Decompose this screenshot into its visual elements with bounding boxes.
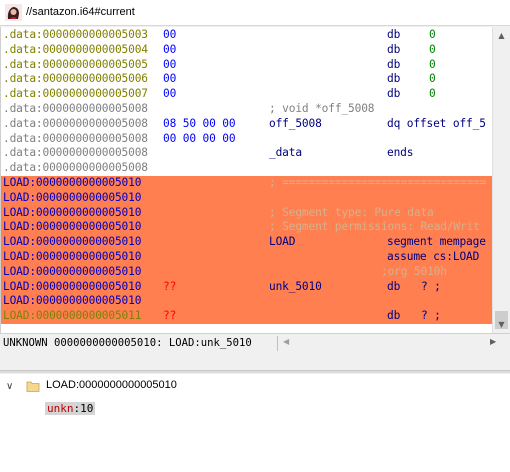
line-label: unk_5010 (269, 279, 322, 293)
line-bytes: 00 (163, 28, 177, 41)
folder-icon (26, 381, 40, 392)
disasm-line[interactable]: LOAD:0000000000005010?? unk_5010 db ? ; (1, 279, 492, 295)
line-address: .data:0000000000005008 (3, 131, 148, 145)
line-bytes: 00 (163, 72, 177, 86)
disasm-line[interactable]: .data:0000000000005004 00 db 0 (1, 43, 492, 58)
field-name: unkn (47, 402, 74, 415)
line-address: .data:0000000000005003 (3, 28, 148, 41)
line-address: LOAD:0000000000005010 (3, 264, 142, 278)
line-mnemonic: ends (387, 146, 414, 160)
disasm-line[interactable]: .data:0000000000005008 08 50 00 00 off_500… (1, 117, 492, 132)
line-address: LOAD:0000000000005010 (3, 190, 142, 204)
disasm-line[interactable]: LOAD:0000000000005011?? db ? ; (1, 309, 492, 324)
line-mnemonic: db (387, 42, 401, 56)
line-mnemonic: db (387, 72, 401, 86)
line-address: LOAD:0000000000005010 (3, 205, 142, 219)
line-address: LOAD:0000000000005010 (3, 279, 142, 293)
disasm-line[interactable]: .data:0000000000005008 ; void *off_5008 (1, 102, 492, 117)
struct-field[interactable]: unkn:10 (45, 402, 96, 415)
structure-pane: ∨ LOAD:0000000000005010 unkn:10 (0, 374, 510, 472)
line-mnemonic: dq offset off_5 (387, 116, 486, 130)
line-address: .data:0000000000005008 (3, 146, 148, 160)
line-address: LOAD:0000000000005010 (3, 235, 142, 249)
disasm-line[interactable]: LOAD:0000000000005010 ; =================… (1, 176, 492, 191)
pane-splitter[interactable] (0, 370, 510, 373)
line-address: .data:0000000000005004 (3, 42, 148, 56)
scroll-up-icon[interactable]: ▲ (493, 27, 510, 44)
line-comment: ; =============================== (269, 176, 487, 189)
line-address: LOAD:0000000000005011 (3, 309, 142, 323)
line-address: .data:0000000000005007 (3, 87, 148, 101)
disasm-line[interactable]: .data:0000000000005006 00 db 0 (1, 72, 492, 87)
disasm-line[interactable]: LOAD:0000000000005010 (1, 190, 492, 206)
line-mnemonic: assume cs:LOAD (387, 250, 480, 263)
line-label: LOAD (269, 235, 296, 249)
line-mnemonic: db (387, 279, 401, 293)
disasm-line[interactable]: .data:0000000000005008 _data ends (1, 146, 492, 161)
disasm-line[interactable]: .data:0000000000005005 00 db 0 (1, 58, 492, 73)
field-value: :10 (73, 402, 94, 415)
disasm-line[interactable]: .data:0000000000005008 (1, 161, 492, 176)
line-mnemonic: db (387, 87, 401, 101)
line-address: LOAD:0000000000005010 (3, 294, 142, 308)
scroll-right-icon[interactable]: ▶ (490, 337, 496, 346)
disasm-line[interactable]: LOAD:0000000000005010 ;org 5010h (1, 264, 492, 280)
disasm-line[interactable]: LOAD:0000000000005010 assume cs:LOAD (1, 250, 492, 265)
disasm-line[interactable]: .data:0000000000005008 00 00 00 00 (1, 132, 492, 147)
disasm-line[interactable] (1, 324, 492, 333)
disasm-line[interactable]: LOAD:0000000000005010 ; Segment type: Pur… (1, 205, 492, 221)
disasm-line[interactable]: LOAD:0000000000005010 LOAD segment mempage (1, 235, 492, 250)
line-bytes: 08 50 00 00 (163, 116, 236, 130)
line-address: .data:0000000000005008 (3, 116, 148, 130)
line-operand: 0 (429, 57, 436, 71)
line-address: LOAD:0000000000005010 (3, 250, 142, 263)
line-bytes: 00 (163, 87, 177, 101)
status-bar: UNKNOWN 0000000000005010: LOAD:unk_5010 … (0, 333, 510, 353)
line-operand: 0 (429, 42, 436, 56)
chevron-down-icon[interactable]: ∨ (6, 381, 13, 392)
line-address: LOAD:0000000000005010 (3, 176, 142, 189)
scroll-down-icon[interactable]: ▼ (493, 316, 510, 333)
line-bytes: ?? (163, 279, 177, 293)
line-mnemonic: db (387, 57, 401, 71)
disasm-line[interactable]: .data:0000000000005003 00 db 0 (1, 28, 492, 43)
line-mnemonic: segment mempage (387, 235, 486, 249)
line-bytes: 00 (163, 57, 177, 71)
scroll-left-icon[interactable]: ◀ (283, 337, 289, 346)
line-label: _data (269, 146, 302, 160)
horizontal-scrollbar[interactable] (296, 338, 484, 349)
line-address: .data:0000000000005006 (3, 72, 148, 86)
line-comment: ; void *off_5008 (269, 102, 375, 115)
line-operand: ? ; (421, 279, 441, 293)
title-bar: //santazon.i64#current (0, 0, 510, 26)
window-title: //santazon.i64#current (26, 6, 135, 18)
disasm-line[interactable]: LOAD:0000000000005010 (1, 294, 492, 310)
line-address: .data:0000000000005008 (3, 161, 148, 175)
disasm-line[interactable]: LOAD:0000000000005010 ; Segment permissio… (1, 220, 492, 236)
line-mnemonic: db (387, 28, 401, 41)
user-avatar-icon (5, 4, 22, 21)
line-bytes: ?? (163, 309, 177, 323)
line-address: .data:0000000000005005 (3, 57, 148, 71)
line-address: .data:0000000000005008 (3, 102, 148, 115)
tree-node-label[interactable]: LOAD:0000000000005010 (46, 379, 177, 391)
line-operand: ? ; (421, 309, 441, 323)
line-comment: ;org 5010h (381, 264, 447, 278)
line-operand: 0 (429, 28, 436, 41)
vertical-scrollbar[interactable]: ▲ ▼ (492, 27, 510, 333)
status-location-text: UNKNOWN 0000000000005010: LOAD:unk_5010 (3, 337, 252, 349)
line-label: off_5008 (269, 116, 322, 130)
line-address: LOAD:0000000000005010 (3, 220, 142, 234)
line-comment: ; Segment type: Pure data (269, 205, 434, 219)
disassembly-view[interactable]: .data:0000000000005003 00 db 0 .data:0000000… (0, 27, 492, 333)
line-mnemonic: db (387, 309, 401, 323)
disasm-line[interactable]: .data:0000000000005007 00 db 0 (1, 87, 492, 102)
status-divider (277, 336, 278, 351)
line-bytes: 00 (163, 42, 177, 56)
line-bytes: 00 00 00 00 (163, 131, 236, 145)
line-comment: ; Segment permissions: Read/Writ (269, 220, 480, 234)
line-operand: 0 (429, 87, 436, 101)
line-operand: 0 (429, 72, 436, 86)
